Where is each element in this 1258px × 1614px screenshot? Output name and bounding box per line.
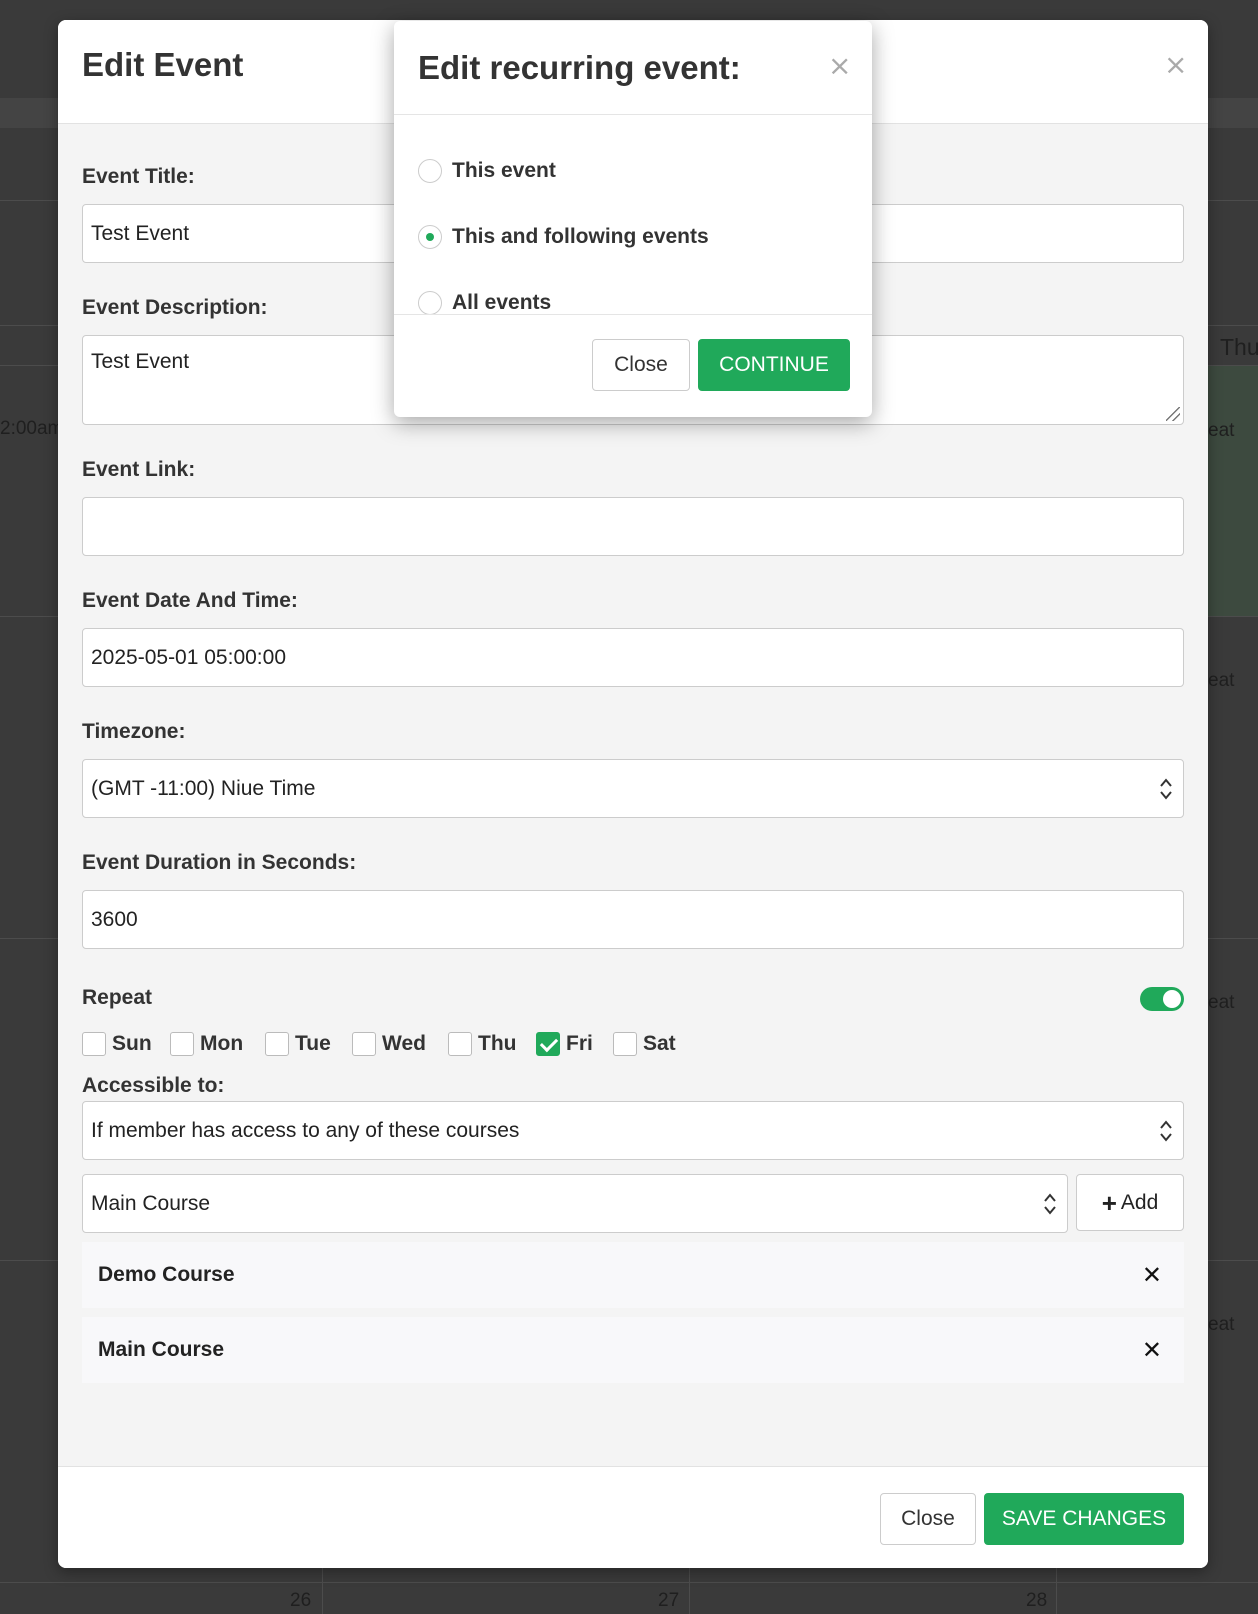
close-icon[interactable]: × — [828, 52, 851, 80]
event-datetime-label: Event Date And Time: — [82, 589, 298, 612]
checkbox[interactable] — [265, 1032, 289, 1056]
day-label: Sat — [643, 1032, 676, 1055]
duration-input[interactable]: 3600 — [82, 890, 1184, 949]
grid-line — [1056, 1568, 1057, 1614]
popup-footer: Close CONTINUE — [394, 314, 872, 417]
checkbox[interactable] — [448, 1032, 472, 1056]
day-label: Wed — [382, 1032, 426, 1055]
calendar-date-number: 26 — [290, 1590, 312, 1611]
day-checkbox-wed[interactable]: Wed — [352, 1030, 426, 1058]
option-label: This and following events — [452, 225, 709, 248]
event-title-value: Test Event — [91, 221, 190, 245]
grid-line — [322, 1568, 323, 1614]
day-label: Mon — [200, 1032, 244, 1055]
option-this-and-following[interactable]: This and following events — [418, 222, 709, 252]
plus-icon: + — [1101, 1187, 1117, 1218]
close-icon[interactable]: × — [1164, 51, 1187, 79]
day-label: Thu — [478, 1032, 517, 1055]
popup-title: Edit recurring event: — [418, 49, 741, 86]
event-title-label: Event Title: — [82, 165, 195, 188]
option-this-event[interactable]: This event — [418, 156, 556, 186]
calendar-event-fragment: eat — [1208, 1314, 1235, 1335]
day-checkbox-sun[interactable]: Sun — [82, 1030, 152, 1058]
radio-button[interactable] — [418, 291, 442, 315]
day-checkbox-mon[interactable]: Mon — [170, 1030, 243, 1058]
event-datetime-value: 2025-05-01 05:00:00 — [91, 645, 286, 669]
save-changes-button[interactable]: SAVE CHANGES — [984, 1493, 1184, 1545]
remove-course-icon[interactable]: ✕ — [1142, 1336, 1162, 1364]
day-checkbox-fri[interactable]: Fri — [536, 1030, 593, 1058]
timezone-value: (GMT -11:00) Niue Time — [91, 776, 316, 800]
edit-recurring-popup: Edit recurring event: × This event This … — [394, 21, 872, 417]
access-rule-value: If member has access to any of these cou… — [91, 1118, 520, 1142]
calendar-date-number: 27 — [658, 1590, 680, 1611]
calendar-date-number: 28 — [1026, 1590, 1048, 1611]
option-label: This event — [452, 159, 556, 182]
radio-button-selected[interactable] — [418, 225, 442, 249]
event-link-label: Event Link: — [82, 458, 196, 481]
event-datetime-input[interactable]: 2025-05-01 05:00:00 — [82, 628, 1184, 687]
day-checkbox-tue[interactable]: Tue — [265, 1030, 331, 1058]
course-select[interactable]: Main Course — [82, 1174, 1068, 1233]
calendar-day-label: Thu — [1220, 334, 1258, 360]
access-rule-select[interactable]: If member has access to any of these cou… — [82, 1101, 1184, 1160]
grid-line — [689, 1568, 690, 1614]
event-link-input[interactable] — [82, 497, 1184, 556]
grid-line — [0, 1582, 1258, 1583]
toggle-knob — [1163, 990, 1181, 1008]
day-label: Sun — [112, 1032, 152, 1055]
repeat-toggle[interactable] — [1140, 987, 1184, 1011]
close-button[interactable]: Close — [880, 1493, 976, 1545]
select-arrows-icon — [1160, 777, 1172, 800]
add-button-label: Add — [1120, 1190, 1159, 1214]
option-label: All events — [452, 291, 552, 314]
course-name: Demo Course — [98, 1263, 235, 1286]
calendar-event-fragment: eat — [1208, 670, 1235, 691]
course-name: Main Course — [98, 1338, 225, 1361]
event-description-label: Event Description: — [82, 296, 268, 319]
course-list-item: Demo Course ✕ — [82, 1242, 1184, 1308]
popup-close-button[interactable]: Close — [592, 339, 690, 391]
checkbox[interactable] — [613, 1032, 637, 1056]
popup-header: Edit recurring event: × — [394, 21, 872, 115]
calendar-event-fragment: eat — [1208, 992, 1235, 1013]
checkbox[interactable] — [170, 1032, 194, 1056]
timezone-label: Timezone: — [82, 720, 186, 743]
course-list-item: Main Course ✕ — [82, 1317, 1184, 1383]
day-checkbox-thu[interactable]: Thu — [448, 1030, 516, 1058]
continue-button[interactable]: CONTINUE — [698, 339, 850, 391]
course-select-value: Main Course — [91, 1191, 211, 1215]
repeat-label: Repeat — [82, 986, 153, 1009]
calendar-time-label: 2:00am — [0, 418, 64, 439]
radio-button[interactable] — [418, 159, 442, 183]
day-label: Fri — [566, 1032, 593, 1055]
day-label: Tue — [295, 1032, 331, 1055]
checkbox-checked[interactable] — [536, 1032, 560, 1056]
duration-value: 3600 — [91, 907, 138, 931]
checkbox[interactable] — [352, 1032, 376, 1056]
add-course-button[interactable]: + Add — [1076, 1174, 1184, 1231]
checkbox[interactable] — [82, 1032, 106, 1056]
resize-handle[interactable] — [1166, 407, 1180, 421]
timezone-select[interactable]: (GMT -11:00) Niue Time — [82, 759, 1184, 818]
accessible-to-label: Accessible to: — [82, 1074, 225, 1097]
day-checkbox-sat[interactable]: Sat — [613, 1030, 676, 1058]
calendar-event-block — [1208, 366, 1258, 616]
select-arrows-icon — [1044, 1192, 1056, 1215]
remove-course-icon[interactable]: ✕ — [1142, 1261, 1162, 1289]
event-description-value: Test Event — [91, 350, 190, 373]
calendar-event-fragment: eat — [1208, 420, 1235, 441]
duration-label: Event Duration in Seconds: — [82, 851, 357, 874]
modal-title: Edit Event — [82, 46, 244, 83]
select-arrows-icon — [1160, 1119, 1172, 1142]
modal-footer: Close SAVE CHANGES — [58, 1466, 1208, 1568]
